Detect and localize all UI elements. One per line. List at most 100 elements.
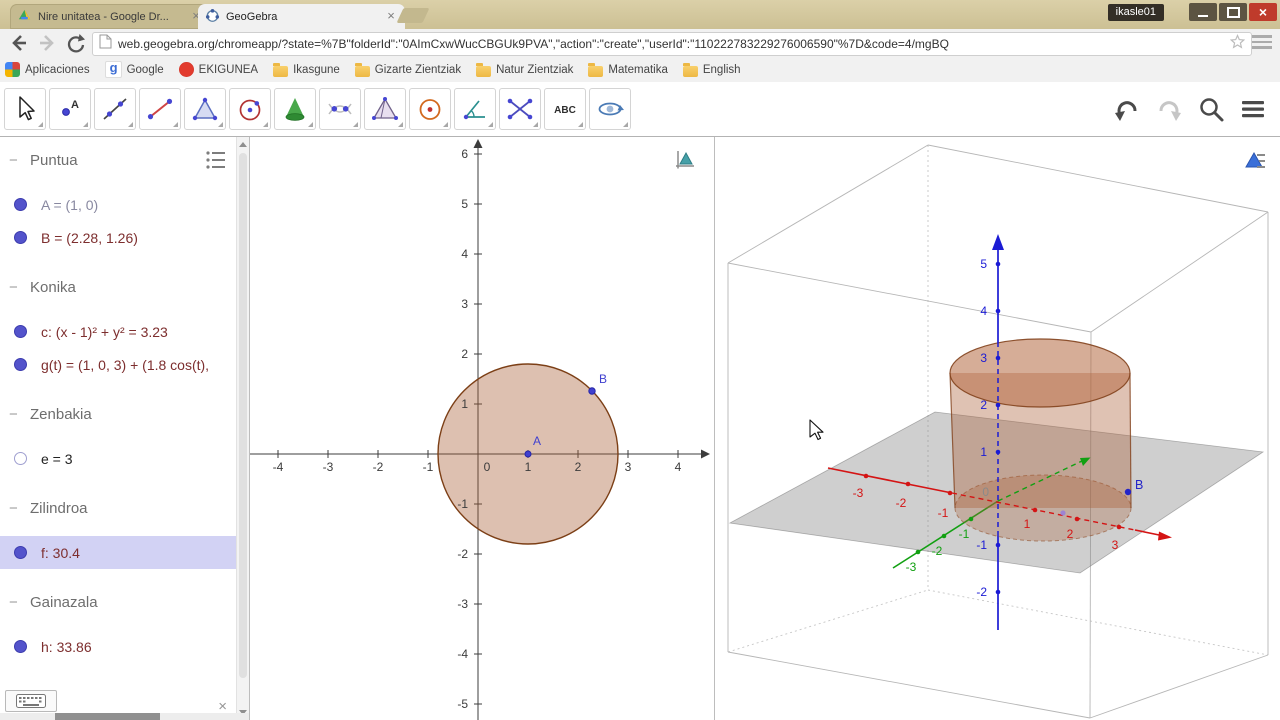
bookmark-label: EKIGUNEA [198,63,259,76]
line-tool[interactable] [94,88,136,130]
close-window-button[interactable] [1249,3,1277,21]
browser-navbar: web.geogebra.org/chromeapp/?state=%7B"fo… [0,29,1280,57]
crossing-segments-tool[interactable] [499,88,541,130]
hidden-point[interactable] [1060,510,1066,516]
algebra-item[interactable]: A = (1, 0) [0,188,236,221]
graphics-3d-canvas[interactable]: -3 -2 -1 1 2 3 -3 -2 -1 5 4 3 2 1 -1 -2 0 B [715,137,1280,720]
visibility-marble[interactable] [14,231,27,244]
algebra-stylebar-icon[interactable] [204,148,228,172]
segment-tool[interactable] [139,88,181,130]
angle-tool[interactable] [454,88,496,130]
visibility-marble[interactable] [14,198,27,211]
algebra-item[interactable]: c: (x - 1)² + y² = 3.23 [0,315,236,348]
axis-tick-dot [915,549,921,555]
collapse-icon[interactable] [9,597,21,608]
tick-label: 2 [1067,527,1074,541]
collapse-icon[interactable] [9,409,21,420]
tab-title: GeoGebra [226,10,278,23]
visibility-marble[interactable] [14,325,27,338]
minimize-button[interactable] [1189,3,1217,21]
svg-text:A: A [533,434,541,448]
graphics3d-stylebar-icon[interactable] [1243,147,1267,171]
search-icon[interactable] [1192,90,1230,128]
bookmark-star-icon[interactable] [1229,34,1246,54]
algebra-item[interactable]: g(t) = (1, 0, 3) + (1.8 cos(t), [0,348,236,381]
close-icon[interactable] [218,699,227,714]
point-tool[interactable]: A [49,88,91,130]
pyramid-tool[interactable] [364,88,406,130]
move-tool[interactable] [4,88,46,130]
svg-text:B: B [599,372,607,386]
bookmark-item[interactable]: EKIGUNEA [178,62,259,77]
collapse-icon[interactable] [9,155,21,166]
bookmark-item[interactable]: English [682,62,741,77]
tick-label: 2 [461,347,468,361]
visibility-marble[interactable] [14,358,27,371]
polygon-tool[interactable] [184,88,226,130]
visibility-marble[interactable] [14,546,27,559]
algebra-section: Zilindroa f: 30.4 [0,495,236,569]
scrollbar-thumb[interactable] [239,153,247,678]
tab-google-drive[interactable]: Nire unitatea - Google Dr... [10,4,210,29]
svg-text:A: A [71,99,79,111]
reload-button[interactable] [62,31,88,55]
window-controls [1189,3,1277,21]
graphics2d-stylebar-icon[interactable] [673,147,697,171]
bookmark-item[interactable]: Gizarte Zientziak [354,62,461,77]
address-bar[interactable]: web.geogebra.org/chromeapp/?state=%7B"fo… [92,32,1252,56]
rotate-view-tool[interactable] [589,88,631,130]
collapse-icon[interactable] [9,503,21,514]
back-button[interactable] [6,31,32,55]
algebra-scrollbar[interactable] [236,137,249,720]
graphics-view-2d: -4 -3 -2 -1 1 2 3 4 0 6 5 4 3 2 1 -1 -2 -3 -4 -5 A B [250,137,715,720]
tick-label: 5 [980,257,987,271]
algebra-item[interactable]: e = 3 [0,442,236,475]
bookmark-item[interactable]: Ikasgune [273,62,340,77]
tab-geogebra[interactable]: GeoGebra [198,4,405,29]
algebra-section-title: Gainazala [30,593,98,611]
circle-two-points-tool[interactable] [229,88,271,130]
horizontal-scrollbar[interactable] [0,713,249,720]
new-tab-button[interactable] [396,8,430,23]
collapse-icon[interactable] [9,282,21,293]
scroll-up-icon[interactable] [239,142,247,147]
algebra-item-text: c: (x - 1)² + y² = 3.23 [41,323,168,340]
tick-label: 1 [980,445,987,459]
bookmark-item[interactable]: Matematika [588,62,668,77]
hscrollbar-thumb[interactable] [55,713,160,720]
maximize-button[interactable] [1219,3,1247,21]
tick-label: -1 [976,538,987,552]
algebra-item-text: h: 33.86 [41,638,92,655]
undo-button[interactable] [1108,90,1146,128]
tick-label: 1 [461,397,468,411]
algebra-item[interactable]: h: 33.86 [0,630,236,663]
point-b[interactable]: B [588,372,607,395]
mouse-cursor [809,419,824,441]
bookmark-item[interactable]: Aplicaciones [5,62,90,77]
menu-icon[interactable] [1234,90,1272,128]
forward-button[interactable] [34,31,60,55]
algebra-section: Puntua A = (1, 0) B = (2.28, 1.26) [0,147,236,254]
redo-button[interactable] [1150,90,1188,128]
tick-label: -2 [932,544,943,558]
chrome-menu-icon[interactable] [1252,35,1272,51]
visibility-marble[interactable] [14,640,27,653]
text-tool[interactable]: ABC [544,88,586,130]
algebra-item[interactable]: B = (2.28, 1.26) [0,221,236,254]
cone-tool[interactable] [274,88,316,130]
tick-label: -3 [323,460,334,474]
axis-tick-dot [905,481,911,487]
virtual-keyboard-button[interactable] [5,690,57,712]
algebra-view: Puntua A = (1, 0) B = (2.28, 1.26) Konika c:… [0,137,250,720]
bookmark-item[interactable]: Natur Zientziak [476,62,573,77]
graphics-2d-canvas[interactable]: -4 -3 -2 -1 1 2 3 4 0 6 5 4 3 2 1 -1 -2 -3 -4 -5 A B [250,137,714,720]
bookmark-item[interactable]: Google [104,60,164,78]
axis-tick-dot [995,261,1001,267]
intersect-tool[interactable] [319,88,361,130]
tick-label: -2 [373,460,384,474]
algebra-section-title: Zilindroa [30,499,88,517]
algebra-item[interactable]: f: 30.4 [0,536,236,569]
visibility-marble[interactable] [14,452,27,465]
circle-center-radius-tool[interactable] [409,88,451,130]
svg-text:ABC: ABC [554,105,576,116]
